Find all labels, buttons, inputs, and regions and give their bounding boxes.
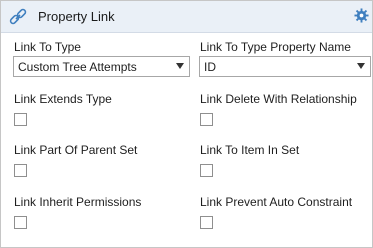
link-to-type-label: Link To Type <box>14 40 81 54</box>
link-extends-type-label: Link Extends Type <box>14 92 112 106</box>
panel-header: Property Link <box>1 1 372 33</box>
panel-title: Property Link <box>38 9 115 24</box>
link-inherit-permissions-checkbox[interactable] <box>14 216 27 229</box>
link-to-type-property-name-select[interactable]: ID <box>199 56 371 77</box>
chevron-down-icon <box>357 63 365 69</box>
link-extends-type-checkbox[interactable] <box>14 113 27 126</box>
link-to-type-property-name-value: ID <box>204 60 216 74</box>
link-to-type-property-name-label: Link To Type Property Name <box>200 40 351 54</box>
link-part-of-parent-set-label: Link Part Of Parent Set <box>14 143 138 157</box>
chevron-down-icon <box>176 63 184 69</box>
link-chain-icon <box>9 8 27 25</box>
link-delete-with-relationship-checkbox[interactable] <box>200 113 213 126</box>
link-prevent-auto-constraint-label: Link Prevent Auto Constraint <box>200 195 353 209</box>
link-inherit-permissions-label: Link Inherit Permissions <box>14 195 142 209</box>
gear-icon[interactable] <box>354 8 369 23</box>
link-delete-with-relationship-label: Link Delete With Relationship <box>200 92 357 106</box>
link-to-type-value: Custom Tree Attempts <box>18 60 137 74</box>
link-to-type-select[interactable]: Custom Tree Attempts <box>13 56 190 77</box>
link-prevent-auto-constraint-checkbox[interactable] <box>200 216 213 229</box>
link-to-item-in-set-label: Link To Item In Set <box>200 143 300 157</box>
property-link-panel: Property Link Link To Type Custom Tree A… <box>0 0 373 248</box>
link-part-of-parent-set-checkbox[interactable] <box>14 164 27 177</box>
link-to-item-in-set-checkbox[interactable] <box>200 164 213 177</box>
